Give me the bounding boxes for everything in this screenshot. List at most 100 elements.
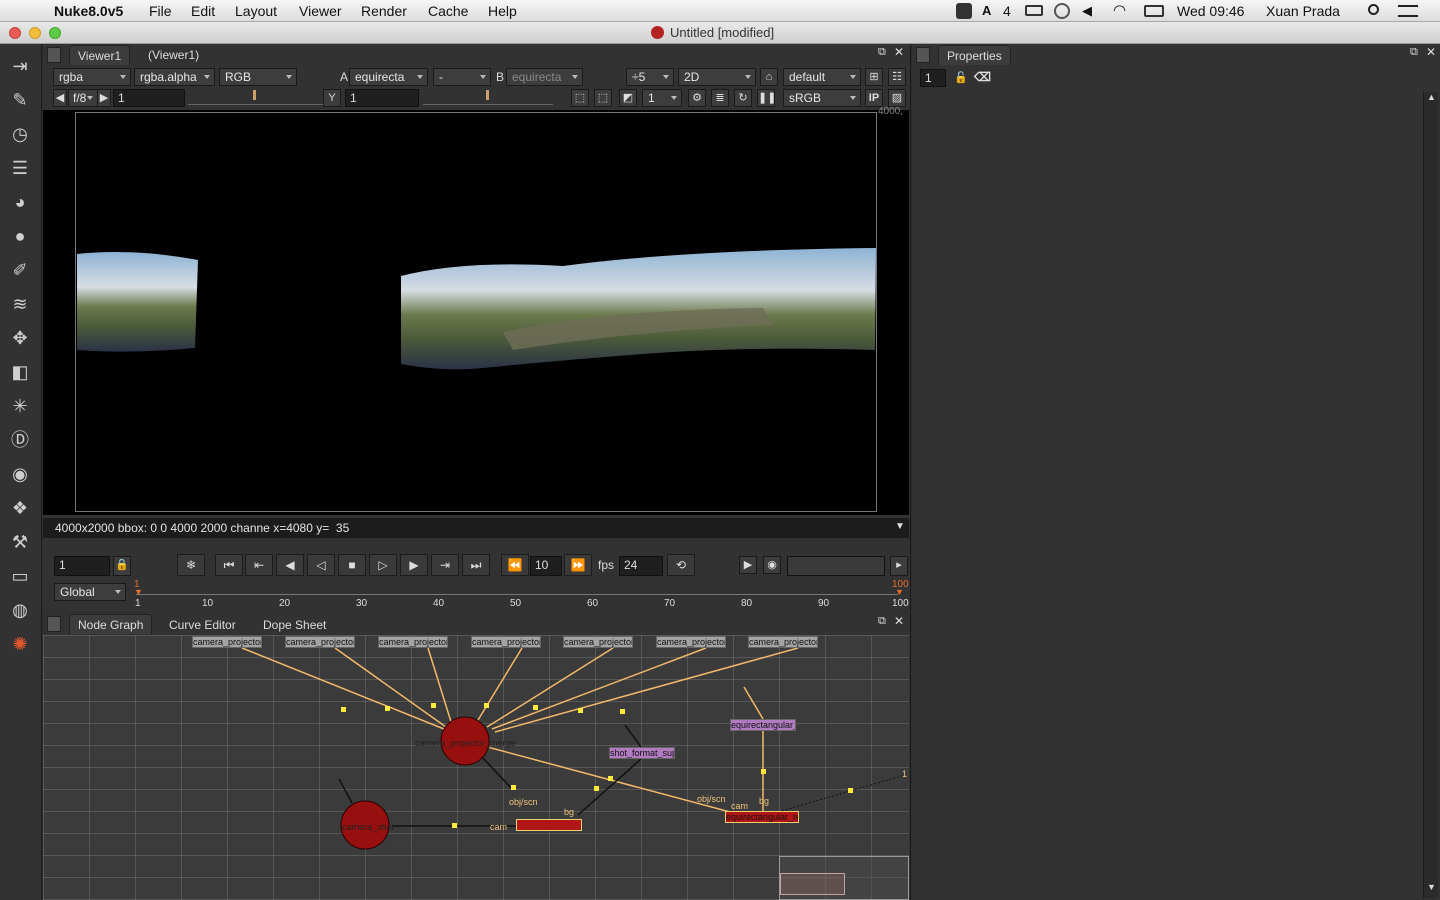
- last-frame-button[interactable]: ⏭: [462, 554, 490, 576]
- menu-render[interactable]: Render: [361, 2, 407, 20]
- safe-area-icon[interactable]: ⬚: [594, 89, 612, 107]
- current-frame-field[interactable]: 1: [54, 556, 110, 576]
- menu-edit[interactable]: Edit: [191, 2, 215, 20]
- minimize-window-button[interactable]: [29, 27, 41, 39]
- overlay-icon[interactable]: ≣: [711, 89, 729, 107]
- record-icon[interactable]: ◉: [763, 556, 781, 574]
- tab-curve-editor[interactable]: Curve Editor: [161, 615, 244, 635]
- clear-properties-icon[interactable]: ⌫: [974, 70, 991, 84]
- scroll-up-icon[interactable]: ▲: [1427, 92, 1436, 102]
- zoom-window-button[interactable]: [49, 27, 61, 39]
- viewer-panel-menu-icon[interactable]: [47, 47, 61, 63]
- display-channel-dropdown[interactable]: RGB: [219, 68, 297, 86]
- camera-projector-node[interactable]: camera_projector: [563, 636, 633, 648]
- first-frame-button[interactable]: ⏮: [215, 554, 243, 576]
- fstop-next-icon[interactable]: ▶: [97, 89, 111, 107]
- loop-mode-button[interactable]: ⟲: [667, 554, 695, 576]
- merge-nodes-icon[interactable]: ≋: [8, 292, 32, 316]
- camera-projector-node[interactable]: camera_projector: [192, 636, 262, 648]
- camera-projector-node[interactable]: camera_projector: [378, 636, 448, 648]
- menu-cache[interactable]: Cache: [428, 2, 468, 20]
- 3d-nodes-icon[interactable]: ◧: [8, 360, 32, 384]
- step-forward-button[interactable]: ⏩: [564, 554, 592, 576]
- navigator-viewport[interactable]: [780, 873, 845, 895]
- input-b-dropdown[interactable]: equirecta: [506, 68, 583, 86]
- input-process-toggle[interactable]: IP: [865, 89, 883, 107]
- format-node[interactable]: equirectangular_format: [730, 719, 796, 731]
- timeline-ruler[interactable]: 1 ▼ 100 ▼ 1 10 20 30 40 50 60 70 80 90 1…: [131, 579, 909, 609]
- clock[interactable]: Wed 09:46: [1177, 2, 1244, 20]
- proxy-dropdown[interactable]: 1: [642, 89, 682, 107]
- menu-file[interactable]: File: [149, 2, 172, 20]
- camera-projector-node[interactable]: camera_projector: [656, 636, 726, 648]
- play-backward-button[interactable]: ◁: [307, 554, 335, 576]
- gamma-field[interactable]: 1: [345, 89, 419, 107]
- timeline-options-icon[interactable]: ▸: [890, 556, 908, 576]
- view-mode-dropdown[interactable]: 2D: [678, 68, 756, 86]
- camera-projector-node[interactable]: camera_projector: [748, 636, 818, 648]
- float-properties-icon[interactable]: ⧉: [1410, 46, 1418, 59]
- wifi-icon[interactable]: ◠: [1113, 2, 1126, 20]
- scanline-render-node[interactable]: [516, 819, 582, 831]
- lock-properties-icon[interactable]: 🔓: [954, 71, 968, 84]
- tab-properties[interactable]: Properties: [938, 45, 1011, 65]
- notification-center-icon[interactable]: [1398, 5, 1418, 17]
- tab-viewer1-paren[interactable]: (Viewer1): [140, 45, 207, 65]
- downrez-dropdown[interactable]: ÷5: [626, 68, 674, 86]
- color-nodes-icon[interactable]: ◕: [8, 190, 32, 214]
- playback-range-icon[interactable]: ❄: [177, 554, 205, 576]
- float-nodegraph-icon[interactable]: ⧉: [878, 615, 886, 628]
- lut-dropdown[interactable]: default: [783, 68, 861, 86]
- toolsets-icon[interactable]: ⚒: [8, 530, 32, 554]
- other-nodes-icon[interactable]: ▭: [8, 564, 32, 588]
- refresh-viewer-icon[interactable]: ↻: [734, 89, 752, 107]
- fstop-field[interactable]: f/8: [68, 89, 98, 107]
- spotlight-icon[interactable]: [1368, 4, 1379, 15]
- tab-viewer1[interactable]: Viewer1: [69, 45, 131, 65]
- fps-field[interactable]: 24: [619, 556, 663, 576]
- play-forward-button[interactable]: ▷: [369, 554, 397, 576]
- draw-nodes-icon[interactable]: ✎: [8, 88, 32, 112]
- lock-frame-icon[interactable]: 🔒: [113, 556, 131, 576]
- volume-icon[interactable]: ◀: [1082, 2, 1092, 20]
- adobe-icon[interactable]: A: [982, 2, 991, 20]
- app-menu[interactable]: Nuke8.0v5: [54, 2, 123, 20]
- time-nodes-icon[interactable]: ◷: [8, 122, 32, 146]
- user-name[interactable]: Xuan Prada: [1266, 2, 1340, 20]
- gpu-icon[interactable]: ▨: [888, 89, 906, 107]
- step-back-button[interactable]: ⏪: [501, 554, 529, 576]
- fstop-prev-icon[interactable]: ◀: [53, 89, 67, 107]
- prev-frame-button[interactable]: ◀: [276, 554, 304, 576]
- channels-dropdown[interactable]: rgba: [53, 68, 131, 86]
- clipping-warning-icon[interactable]: ⬚: [571, 89, 589, 107]
- next-keyframe-button[interactable]: ⇥: [431, 554, 459, 576]
- nodegraph-navigator[interactable]: [779, 856, 909, 900]
- proxy-icon[interactable]: ◩: [619, 89, 637, 107]
- close-nodegraph-icon[interactable]: ✕: [894, 614, 904, 628]
- properties-panel-menu-icon[interactable]: [916, 47, 930, 63]
- roi-icon[interactable]: ⊞: [865, 68, 883, 86]
- close-panel-icon[interactable]: ✕: [894, 45, 904, 59]
- max-panels-field[interactable]: 1: [920, 69, 946, 87]
- close-properties-icon[interactable]: ✕: [1426, 45, 1436, 59]
- colorspace-dropdown[interactable]: sRGB: [783, 89, 861, 107]
- keyboard-icon[interactable]: [1025, 5, 1043, 16]
- transform-nodes-icon[interactable]: ✥: [8, 326, 32, 350]
- dropbox-icon[interactable]: [956, 3, 972, 19]
- region-of-interest-icon[interactable]: ⚙: [688, 89, 706, 107]
- frame-range-dropdown[interactable]: Global: [54, 583, 126, 601]
- camera-projector-node[interactable]: camera_projector: [285, 636, 355, 648]
- flipbook-icon[interactable]: ▶: [739, 556, 757, 574]
- menu-help[interactable]: Help: [488, 2, 517, 20]
- info-expand-icon[interactable]: ▼: [895, 521, 905, 532]
- gain-field[interactable]: 1: [113, 89, 185, 107]
- properties-scrollbar[interactable]: ▲ ▼: [1423, 92, 1438, 898]
- stop-button[interactable]: ■: [338, 554, 366, 576]
- wipe-icon[interactable]: ☷: [888, 68, 906, 86]
- timecode-field[interactable]: [787, 556, 885, 576]
- camera-projector-node[interactable]: camera_projector: [471, 636, 541, 648]
- particles-nodes-icon[interactable]: ✳: [8, 394, 32, 418]
- menu-viewer[interactable]: Viewer: [299, 2, 342, 20]
- channel-nodes-icon[interactable]: ☰: [8, 156, 32, 180]
- tab-node-graph[interactable]: Node Graph: [69, 614, 153, 634]
